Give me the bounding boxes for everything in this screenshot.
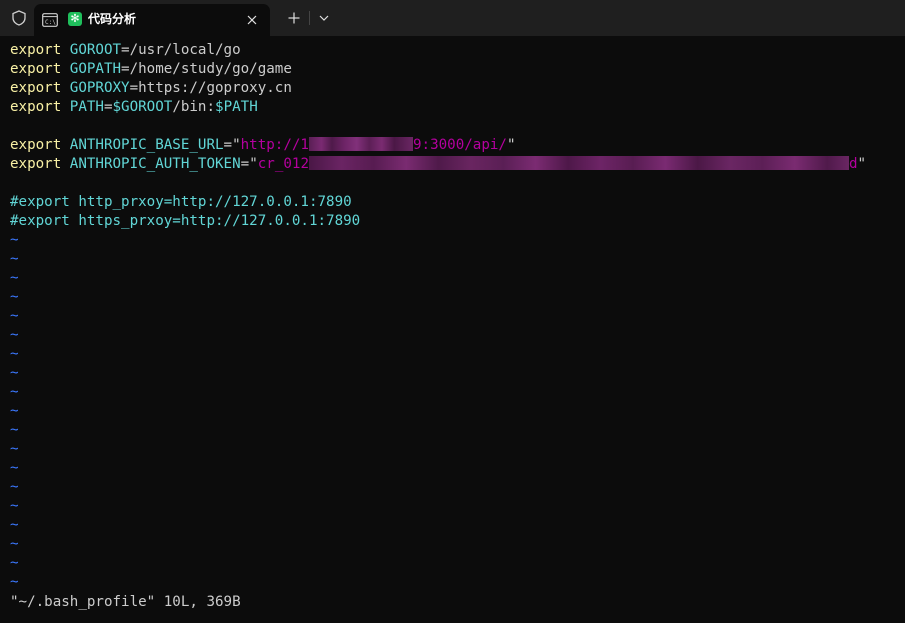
tilde-line: ~: [10, 270, 19, 286]
tab-active[interactable]: C:\ ✻ 代码分析: [34, 4, 270, 36]
tab-title: 代码分析: [88, 12, 137, 26]
tilde-line: ~: [10, 384, 19, 400]
editor-line: export GOPATH=/home/study/go/game: [10, 61, 292, 77]
tilde-line: ~: [10, 422, 19, 438]
tilde-line: ~: [10, 441, 19, 457]
tilde-line: ~: [10, 574, 19, 590]
tab-divider: [309, 11, 310, 25]
editor-line: export ANTHROPIC_BASE_URL="http://1 9:300…: [10, 137, 516, 153]
tilde-line: ~: [10, 460, 19, 476]
editor-line: #export https_prxoy=http://127.0.0.1:789…: [10, 213, 361, 229]
tilde-line: ~: [10, 517, 19, 533]
tilde-line: ~: [10, 403, 19, 419]
tilde-line: ~: [10, 251, 19, 267]
tilde-line: ~: [10, 536, 19, 552]
editor-line: export PATH=$GOROOT/bin:$PATH: [10, 99, 258, 115]
tilde-line: ~: [10, 479, 19, 495]
editor-line: export ANTHROPIC_AUTH_TOKEN="cr_012 d": [10, 156, 867, 172]
tilde-line: ~: [10, 327, 19, 343]
plus-icon[interactable]: [283, 8, 305, 28]
status-line: "~/.bash_profile" 10L, 369B: [10, 594, 241, 610]
chevron-down-icon[interactable]: [313, 8, 335, 28]
tilde-line: ~: [10, 555, 19, 571]
tilde-line: ~: [10, 498, 19, 514]
redacted-block: [308, 137, 413, 151]
editor-line: #export http_prxoy=http://127.0.0.1:7890: [10, 194, 352, 210]
shield-icon[interactable]: [8, 8, 30, 28]
editor-line: export GOPROXY=https://goproxy.cn: [10, 80, 292, 96]
terminal-window: C:\ ✻ 代码分析 export GOROOT=/usr/local/go e…: [0, 0, 905, 623]
tilde-line: ~: [10, 232, 19, 248]
tilde-line: ~: [10, 346, 19, 362]
editor-line: export GOROOT=/usr/local/go: [10, 42, 241, 58]
tilde-line: ~: [10, 308, 19, 324]
svg-text:C:\: C:\: [45, 19, 56, 26]
redacted-block: [308, 156, 849, 170]
tilde-line: ~: [10, 365, 19, 381]
app-icon: ✻: [68, 12, 82, 26]
tilde-line: ~: [10, 289, 19, 305]
tab-bar: C:\ ✻ 代码分析: [0, 0, 905, 36]
vim-editor[interactable]: export GOROOT=/usr/local/go export GOPAT…: [0, 36, 905, 623]
terminal-icon: C:\: [42, 12, 58, 27]
close-icon[interactable]: [242, 10, 262, 30]
